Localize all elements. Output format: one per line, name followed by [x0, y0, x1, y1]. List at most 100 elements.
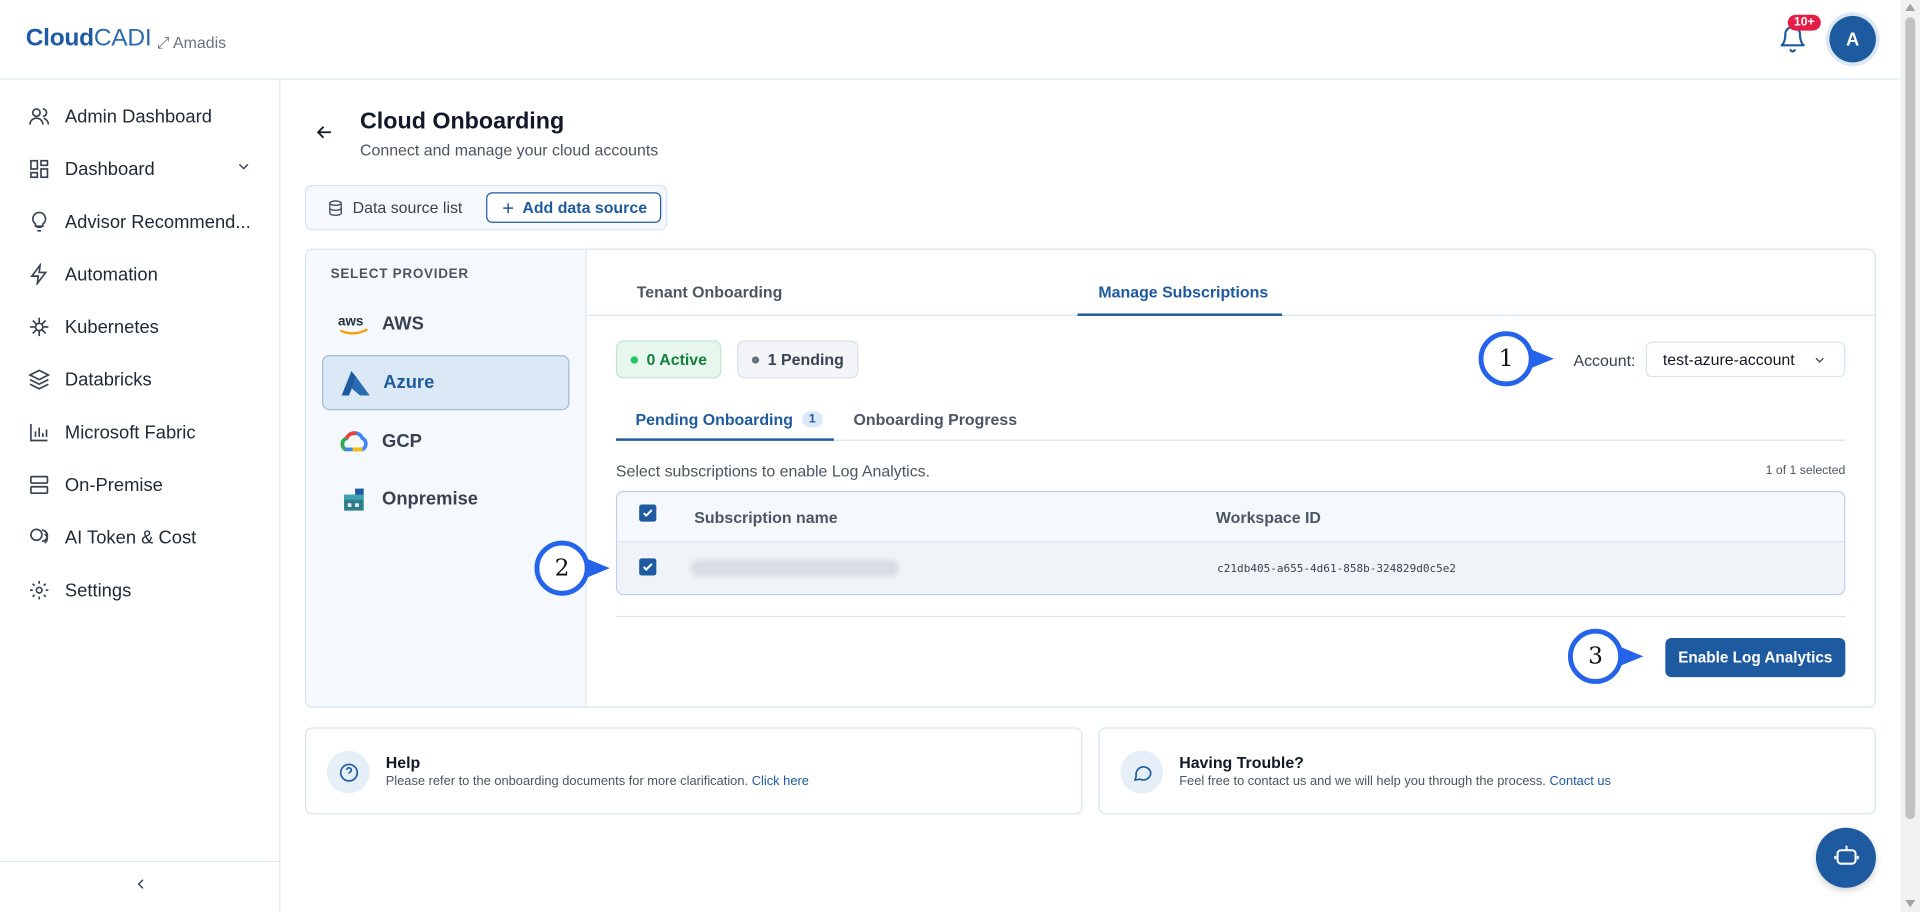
status-pending-label: 1 Pending	[767, 350, 844, 369]
tab-data-source-list[interactable]: Data source list	[327, 198, 462, 217]
brand-logo[interactable]: CloudCADI	[26, 24, 152, 52]
provider-label: AWS	[382, 313, 424, 335]
page-subtitle: Connect and manage your cloud accounts	[360, 140, 659, 160]
helm-icon	[27, 315, 51, 339]
chat-bubble-icon	[1120, 750, 1164, 794]
back-arrow-icon[interactable]	[313, 121, 335, 143]
help-icon	[326, 750, 370, 794]
sidebar: Admin Dashboard Dashboard Advisor Recomm…	[0, 79, 281, 912]
help-link[interactable]: Click here	[752, 774, 809, 789]
sidebar-item-databricks[interactable]: Databricks	[27, 365, 260, 394]
pending-count-badge: 1	[801, 411, 823, 428]
annotation-marker-1: 1	[1478, 331, 1554, 387]
chevron-left-icon	[132, 876, 149, 899]
subscription-name-redacted	[690, 559, 899, 577]
help-card: Help Please refer to the onboarding docu…	[304, 727, 1083, 815]
provider-onpremise[interactable]: Onpremise	[322, 471, 569, 526]
trouble-card: Having Trouble? Feel free to contact us …	[1098, 727, 1876, 815]
sidebar-collapse-button[interactable]	[0, 860, 281, 912]
provider-label: Onpremise	[382, 488, 479, 510]
checkmark-icon	[642, 563, 653, 571]
chevron-down-icon	[1812, 353, 1827, 371]
sidebar-item-label: Databricks	[64, 369, 152, 391]
help-description-text: Please refer to the onboarding documents…	[385, 773, 749, 789]
provider-panel: SELECT PROVIDER aws AWS Azure GCP Onprem…	[306, 249, 587, 707]
active-subtab-indicator	[615, 438, 834, 441]
tenant-name: ⤢ Amadis	[156, 33, 227, 52]
select-all-checkbox[interactable]	[639, 504, 657, 522]
sidebar-item-label: Automation	[64, 263, 158, 285]
scrollbar-thumb[interactable]	[1905, 17, 1916, 820]
tab-tenant-onboarding[interactable]: Tenant Onboarding	[637, 283, 783, 301]
provider-gcp[interactable]: GCP	[322, 414, 569, 469]
data-source-tabs: Data source list Add data source	[304, 184, 668, 231]
scroll-down-arrow-icon[interactable]	[1905, 900, 1916, 908]
plus-icon	[500, 200, 515, 215]
tab-add-data-source-label: Add data source	[522, 198, 648, 217]
chevron-down-icon[interactable]	[235, 158, 252, 180]
annotation-marker-3: 3	[1567, 628, 1644, 684]
sidebar-item-kubernetes[interactable]: Kubernetes	[27, 312, 260, 341]
table-header: Subscription name Workspace ID	[617, 492, 1845, 543]
sidebar-item-label: Settings	[64, 579, 132, 601]
sidebar-item-automation[interactable]: Automation	[27, 260, 260, 289]
tab-onboarding-progress-label: Onboarding Progress	[853, 410, 1018, 429]
page-title: Cloud Onboarding	[360, 108, 565, 135]
annotation-number: 3	[1588, 642, 1603, 670]
robot-icon	[1832, 841, 1859, 874]
tab-pending-onboarding[interactable]: Pending Onboarding 1	[636, 410, 823, 429]
trouble-description: Feel free to contact us and we will help…	[1179, 774, 1611, 789]
sidebar-item-label: Admin Dashboard	[64, 105, 212, 127]
provider-aws[interactable]: aws AWS	[322, 296, 569, 351]
enable-log-analytics-button[interactable]: Enable Log Analytics	[1665, 637, 1846, 678]
top-bar: CloudCADI ⤢ Amadis 10+ A	[0, 0, 1901, 80]
status-badge-active[interactable]: 0 Active	[615, 340, 722, 379]
sidebar-item-admin-dashboard[interactable]: Admin Dashboard	[27, 102, 260, 131]
table-row[interactable]: c21db405-a655-4d61-858b-324829d0c5e2	[617, 542, 1845, 594]
tab-manage-subscriptions[interactable]: Manage Subscriptions	[1098, 283, 1268, 301]
onpremise-logo-icon	[337, 486, 371, 513]
divider	[615, 615, 1846, 618]
workspace-id-value: c21db405-a655-4d61-858b-324829d0c5e2	[1217, 563, 1457, 576]
bolt-icon	[27, 262, 51, 286]
scroll-up-arrow-icon[interactable]	[1905, 3, 1916, 12]
sidebar-item-advisor[interactable]: Advisor Recommend...	[27, 207, 260, 236]
bar-chart-icon	[27, 420, 51, 444]
sidebar-item-label: Dashboard	[64, 158, 155, 180]
sidebar-item-ai-token-cost[interactable]: AI Token & Cost	[27, 523, 260, 552]
avatar[interactable]: A	[1829, 15, 1876, 63]
annotation-marker-2: 2	[534, 540, 610, 596]
gear-icon	[27, 578, 51, 602]
tab-onboarding-progress[interactable]: Onboarding Progress	[853, 410, 1017, 428]
checkmark-icon	[642, 509, 653, 518]
notification-badge: 10+	[1787, 14, 1821, 31]
app-root: CloudCADI ⤢ Amadis 10+ A Admin Dashboard…	[0, 0, 1920, 912]
server-icon	[27, 473, 51, 497]
sidebar-item-on-premise[interactable]: On-Premise	[27, 470, 260, 499]
tab-add-data-source[interactable]: Add data source	[486, 192, 662, 223]
row-checkbox[interactable]	[639, 558, 657, 576]
layers-icon	[27, 367, 51, 391]
contact-link[interactable]: Contact us	[1550, 774, 1611, 789]
gray-dot-icon	[751, 355, 760, 364]
active-tab-indicator	[1077, 313, 1283, 316]
help-description: Please refer to the onboarding documents…	[386, 774, 809, 789]
provider-azure[interactable]: Azure	[322, 355, 570, 411]
account-select[interactable]: test-azure-account	[1645, 341, 1846, 378]
column-header-workspace-id: Workspace ID	[1215, 508, 1321, 527]
sub-tabs: Pending Onboarding 1 Onboarding Progress	[615, 398, 1846, 441]
annotation-number: 2	[554, 554, 570, 582]
brand-logo-light: CADI	[93, 24, 152, 52]
brand-logo-bold: Cloud	[25, 24, 94, 52]
provider-label: GCP	[382, 431, 422, 452]
sidebar-item-microsoft-fabric[interactable]: Microsoft Fabric	[27, 418, 260, 447]
trouble-title: Having Trouble?	[1179, 753, 1304, 772]
sidebar-item-dashboard[interactable]: Dashboard	[27, 154, 260, 183]
status-badge-pending[interactable]: 1 Pending	[737, 340, 859, 379]
sidebar-item-label: On-Premise	[64, 474, 163, 496]
selection-hint: Select subscriptions to enable Log Analy…	[615, 461, 931, 481]
sidebar-item-label: AI Token & Cost	[64, 527, 197, 548]
chatbot-button[interactable]	[1815, 827, 1876, 888]
sidebar-item-settings[interactable]: Settings	[27, 576, 260, 605]
page-scrollbar[interactable]	[1900, 0, 1920, 912]
